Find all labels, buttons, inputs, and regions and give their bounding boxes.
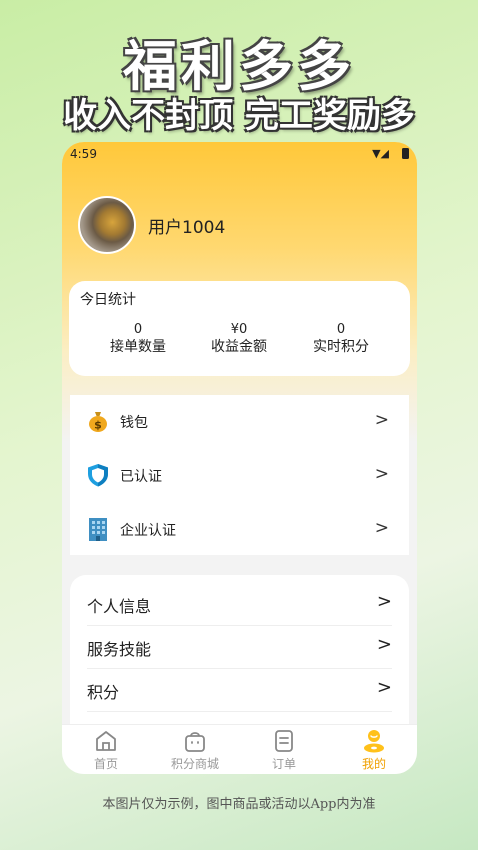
chevron-right-icon: > bbox=[374, 518, 389, 538]
tab-orders[interactable]: 订单 bbox=[254, 725, 314, 774]
tab-label: 积分商城 bbox=[170, 757, 219, 771]
order-list-icon bbox=[275, 730, 293, 752]
status-time: 4:59 bbox=[70, 147, 97, 161]
home-icon bbox=[96, 731, 116, 751]
tab-home[interactable]: 首页 bbox=[76, 725, 136, 774]
stat-value: 0 bbox=[133, 322, 143, 337]
shield-icon bbox=[88, 464, 108, 487]
chevron-right-icon: > bbox=[376, 591, 392, 612]
building-icon bbox=[89, 518, 107, 541]
profile-icon bbox=[364, 730, 384, 753]
menu-item-label: 企业认证 bbox=[120, 523, 176, 539]
menu-item-service-skills[interactable]: 服务技能 > bbox=[87, 625, 392, 669]
chevron-right-icon: > bbox=[374, 410, 389, 430]
menu-item-label: 钱包 bbox=[120, 415, 148, 431]
username[interactable]: 用户1004 bbox=[148, 213, 225, 238]
svg-text:$: $ bbox=[94, 419, 102, 432]
stat-value: ¥0 bbox=[230, 322, 248, 337]
bottom-tab-bar: 首页 积分商城 订单 我的 bbox=[62, 724, 417, 774]
menu-item-personal-info[interactable]: 个人信息 > bbox=[87, 582, 392, 626]
promo-subtitle: 收入不封顶 完工奖励多 bbox=[63, 96, 415, 136]
money-bag-icon: $ bbox=[89, 412, 107, 432]
tab-points-mall[interactable]: 积分商城 bbox=[160, 725, 230, 774]
tab-label: 我的 bbox=[361, 757, 386, 771]
disclaimer-text: 本图片仅为示例，图中商品或活动以App内为准 bbox=[102, 797, 376, 812]
primary-menu: $ 钱包 > 已认证 > 企业认证 > bbox=[70, 395, 409, 555]
stats-title: 今日统计 bbox=[80, 292, 136, 308]
stat-value: 0 bbox=[336, 322, 346, 337]
menu-item-label: 已认证 bbox=[120, 469, 162, 485]
stat-label: 收益金额 bbox=[211, 339, 267, 355]
avatar[interactable] bbox=[78, 196, 136, 254]
chevron-right-icon: > bbox=[374, 464, 389, 484]
menu-item-points[interactable]: 积分 > bbox=[87, 668, 392, 712]
stat-label: 接单数量 bbox=[110, 339, 166, 355]
stat-label: 实时积分 bbox=[313, 339, 369, 355]
menu-item-wallet[interactable]: $ 钱包 > bbox=[70, 395, 409, 448]
tab-mine[interactable]: 我的 bbox=[344, 725, 404, 774]
tab-label: 首页 bbox=[93, 757, 118, 771]
menu-item-label: 积分 bbox=[87, 683, 120, 702]
phone-screen: 4:59 ▼◢ 用户1004 今日统计 0 接单数量 ¥0 收益金额 0 实时积… bbox=[62, 142, 417, 774]
menu-item-label: 个人信息 bbox=[87, 597, 152, 616]
chevron-right-icon: > bbox=[376, 634, 392, 655]
menu-item-label: 服务技能 bbox=[87, 640, 152, 659]
stat-points[interactable]: 0 实时积分 bbox=[291, 322, 391, 356]
stat-earnings[interactable]: ¥0 收益金额 bbox=[189, 322, 289, 356]
chevron-right-icon: > bbox=[376, 677, 392, 698]
menu-item-verified[interactable]: 已认证 > bbox=[70, 449, 409, 502]
shopping-bag-icon bbox=[185, 732, 205, 752]
status-bar: 4:59 ▼◢ bbox=[62, 142, 417, 168]
battery-icon bbox=[402, 148, 409, 159]
menu-item-enterprise-verification[interactable]: 企业认证 > bbox=[70, 503, 409, 556]
secondary-menu: 个人信息 > 服务技能 > 积分 > bbox=[70, 575, 409, 745]
stat-orders[interactable]: 0 接单数量 bbox=[88, 322, 188, 356]
signal-icons: ▼◢ bbox=[372, 147, 389, 160]
tab-label: 订单 bbox=[271, 757, 296, 771]
